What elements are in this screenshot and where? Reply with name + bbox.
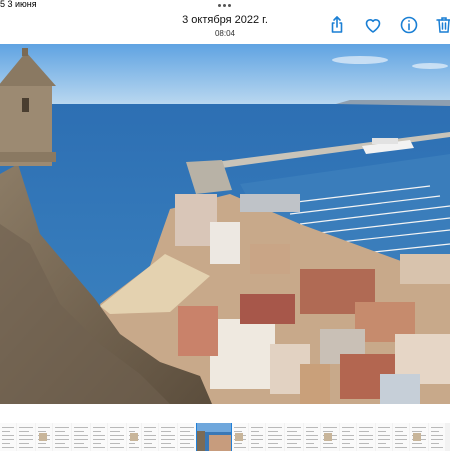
filmstrip-thumbnail[interactable] (127, 423, 141, 451)
photo-date: 3 октября 2022 г. (182, 14, 268, 26)
filmstrip[interactable] (0, 423, 450, 451)
delete-button[interactable] (433, 14, 450, 36)
favorite-button[interactable] (362, 14, 384, 36)
filmstrip-thumbnail[interactable] (249, 423, 265, 451)
photo-time: 08:04 (214, 29, 236, 38)
filmstrip-thumbnail[interactable] (357, 423, 375, 451)
filmstrip-thumbnail[interactable] (142, 423, 158, 451)
share-button[interactable] (326, 14, 348, 36)
photo-image (0, 44, 450, 404)
filmstrip-thumbnail[interactable] (266, 423, 284, 451)
photo-view[interactable] (0, 44, 450, 404)
filmstrip-thumbnail[interactable] (196, 423, 232, 451)
filmstrip-thumbnail[interactable] (17, 423, 35, 451)
filmstrip-thumbnail[interactable] (232, 423, 248, 451)
filmstrip-thumbnail[interactable] (159, 423, 177, 451)
status-bar: 5 3 июня (0, 0, 450, 14)
photo-header: 3 октября 2022 г. 08:04 (150, 14, 300, 39)
filmstrip-thumbnail[interactable] (429, 423, 445, 451)
filmstrip-thumbnail[interactable] (53, 423, 71, 451)
filmstrip-thumbnail[interactable] (0, 423, 16, 451)
filmstrip-thumbnail[interactable] (178, 423, 196, 451)
info-button[interactable] (398, 14, 420, 36)
status-time: 5 3 июня (0, 0, 37, 9)
share-icon (331, 16, 343, 33)
filmstrip-thumbnail[interactable] (304, 423, 320, 451)
info-icon (400, 16, 418, 34)
filmstrip-thumbnail[interactable] (36, 423, 52, 451)
more-dots-icon[interactable] (218, 4, 231, 7)
filmstrip-thumbnail[interactable] (72, 423, 90, 451)
trash-icon (436, 17, 450, 33)
heart-icon (365, 19, 381, 33)
filmstrip-thumbnail[interactable] (376, 423, 392, 451)
filmstrip-thumbnail[interactable] (91, 423, 107, 451)
filmstrip-thumbnail[interactable] (393, 423, 409, 451)
filmstrip-thumbnail[interactable] (340, 423, 356, 451)
filmstrip-thumbnail[interactable] (410, 423, 428, 451)
filmstrip-thumbnail[interactable] (285, 423, 303, 451)
filmstrip-thumbnail[interactable] (108, 423, 126, 451)
filmstrip-thumbnail[interactable] (321, 423, 339, 451)
